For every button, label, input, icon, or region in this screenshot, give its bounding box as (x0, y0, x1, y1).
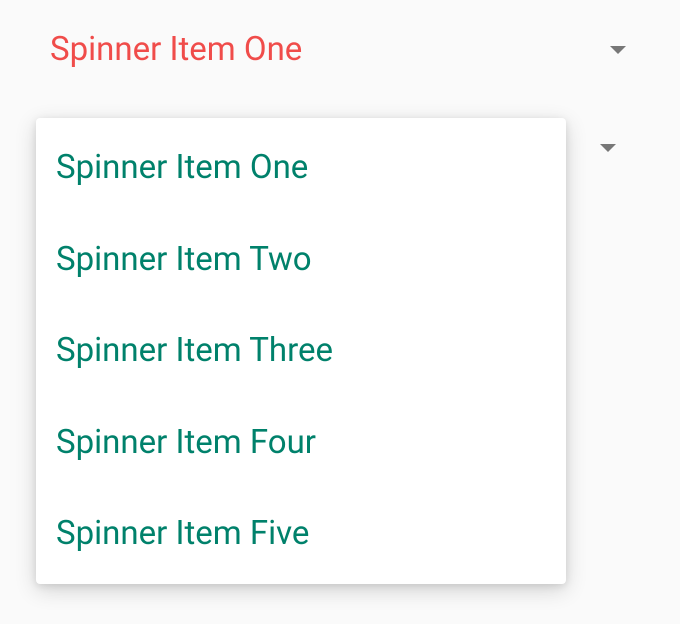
spinner-selected-label: Spinner Item One (50, 30, 302, 69)
dropdown-item-label: Spinner Item Five (56, 514, 309, 553)
spinner-dropdown-menu: Spinner Item One Spinner Item Two Spinne… (36, 118, 566, 584)
dropdown-item-label: Spinner Item One (56, 148, 308, 187)
dropdown-item[interactable]: Spinner Item Five (36, 488, 566, 566)
dropdown-item[interactable]: Spinner Item Three (36, 305, 566, 397)
dropdown-item-label: Spinner Item Three (56, 331, 333, 370)
dropdown-item[interactable]: Spinner Item Four (36, 397, 566, 489)
dropdown-item-label: Spinner Item Two (56, 240, 312, 279)
dropdown-item[interactable]: Spinner Item One (36, 136, 566, 214)
chevron-down-icon (610, 46, 626, 54)
chevron-down-icon (600, 144, 616, 171)
spinner-collapsed[interactable]: Spinner Item One (50, 20, 630, 79)
spinner-expanded-chevron[interactable] (600, 152, 616, 171)
dropdown-item-label: Spinner Item Four (56, 423, 316, 462)
dropdown-item[interactable]: Spinner Item Two (36, 214, 566, 306)
